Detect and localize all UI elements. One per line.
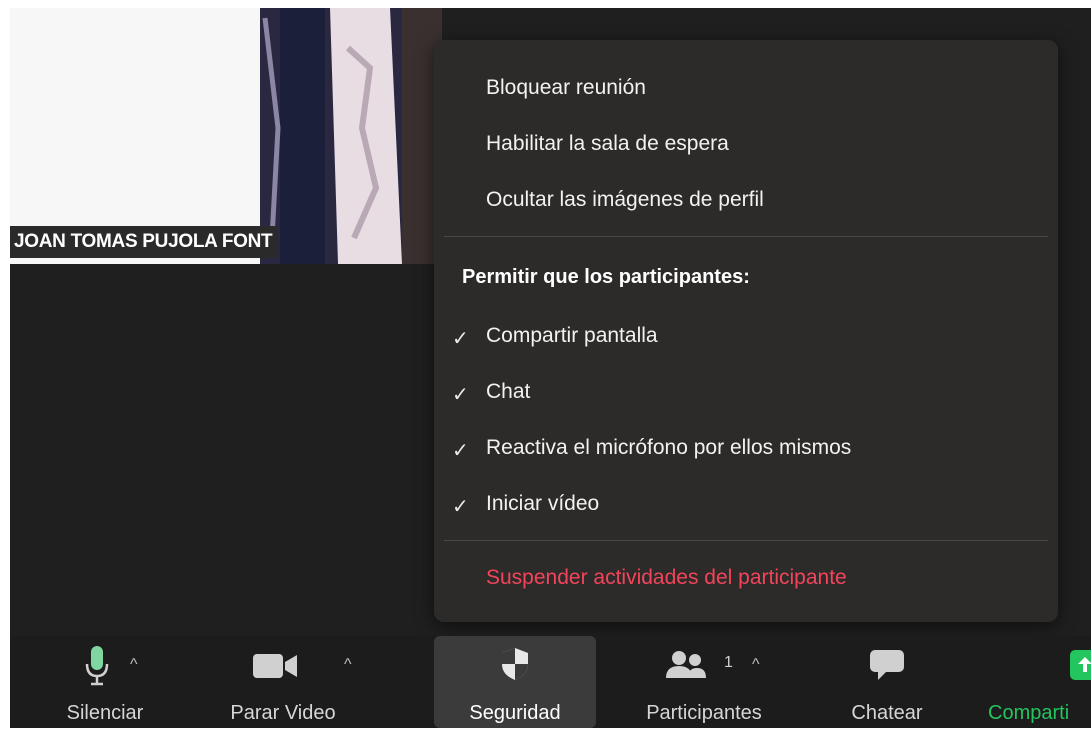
security-label: Seguridad: [469, 702, 561, 724]
meeting-window: JOAN TOMAS PUJOLA FONT Bloquear reunión …: [10, 8, 1091, 728]
allow-participants-header: Permitir que los participantes:: [462, 266, 750, 288]
participant-name-label: JOAN TOMAS PUJOLA FONT: [10, 226, 279, 258]
chat-label: Chatear: [851, 702, 923, 724]
security-button[interactable]: Seguridad: [434, 636, 596, 728]
security-menu: Bloquear reunión Habilitar la sala de es…: [434, 40, 1058, 622]
video-camera-icon: [251, 652, 299, 685]
microphone-icon: [83, 644, 111, 693]
participants-icon: [664, 650, 708, 685]
menu-divider: [444, 540, 1048, 541]
participants-label: Participantes: [646, 702, 762, 724]
mute-options-caret[interactable]: ^: [130, 656, 138, 674]
share-screen-icon: [1070, 650, 1091, 685]
menu-item-enable-waiting-room[interactable]: Habilitar la sala de espera: [486, 132, 729, 156]
check-icon: ✓: [452, 328, 469, 350]
permission-label: Reactiva el micrófono por ellos mismos: [486, 436, 852, 459]
menu-item-lock-meeting[interactable]: Bloquear reunión: [486, 76, 646, 100]
menu-item-hide-profile-pictures[interactable]: Ocultar las imágenes de perfil: [486, 188, 764, 212]
chat-bubble-icon: [868, 648, 906, 687]
participant-count: 1: [724, 654, 733, 671]
check-icon: ✓: [452, 440, 469, 462]
share-screen-button[interactable]: Comparti: [988, 636, 1091, 728]
permission-label: Compartir pantalla: [486, 324, 658, 347]
menu-divider: [444, 236, 1048, 237]
participants-button[interactable]: 1 ^ Participantes: [624, 636, 784, 728]
mute-button[interactable]: ^ Silenciar: [50, 636, 160, 728]
check-icon: ✓: [452, 496, 469, 518]
chat-button[interactable]: Chatear: [832, 636, 942, 728]
shield-icon: [500, 646, 530, 687]
video-options-caret[interactable]: ^: [344, 656, 352, 674]
mute-label: Silenciar: [66, 702, 144, 724]
permission-label: Chat: [486, 380, 531, 403]
stop-video-button[interactable]: ^ Parar Video: [208, 636, 358, 728]
permission-label: Iniciar vídeo: [486, 492, 600, 515]
screenshot-stage: JOAN TOMAS PUJOLA FONT Bloquear reunión …: [0, 0, 1091, 736]
stop-video-label: Parar Video: [230, 702, 336, 724]
meeting-toolbar: ^ Silenciar ^ Parar Video Seguridad 1 ^ …: [10, 636, 1091, 728]
participants-options-caret[interactable]: ^: [752, 656, 760, 674]
menu-item-suspend-participant-activities[interactable]: Suspender actividades del participante: [486, 566, 847, 590]
participant-video-tile[interactable]: JOAN TOMAS PUJOLA FONT: [10, 8, 442, 264]
share-screen-label: Comparti: [988, 702, 1070, 724]
check-icon: ✓: [452, 384, 469, 406]
